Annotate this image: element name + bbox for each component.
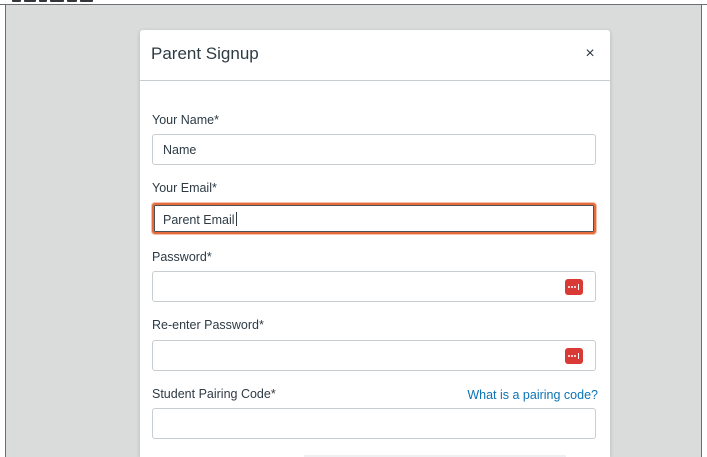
password-label: Password* [152,250,212,264]
email-label: Your Email* [152,181,217,195]
pairing-code-label: Student Pairing Code* [152,387,276,401]
password-manager-icon[interactable] [565,348,583,364]
password-field[interactable] [152,271,596,302]
name-field-value: Name [163,143,197,157]
email-field[interactable]: Parent Email [152,203,596,234]
window-left-edge [5,5,6,457]
name-label: Your Name* [152,113,219,127]
pairing-code-field[interactable] [152,408,596,439]
dialog-title: Parent Signup [151,44,259,63]
password-manager-icon[interactable] [565,279,583,295]
name-field[interactable]: Name [152,134,596,165]
pairing-code-help-link[interactable]: What is a pairing code? [467,388,598,402]
email-field-value: Parent Email [163,212,237,227]
text-cursor [235,212,237,226]
reenter-password-label: Re-enter Password* [152,318,264,332]
reenter-password-field[interactable] [152,340,596,371]
dialog-header: Parent Signup × [140,30,610,81]
close-icon[interactable]: × [581,45,599,63]
window-right-edge [701,5,702,457]
parent-signup-dialog: Parent Signup × Your Name* Name Your Ema… [140,30,610,457]
